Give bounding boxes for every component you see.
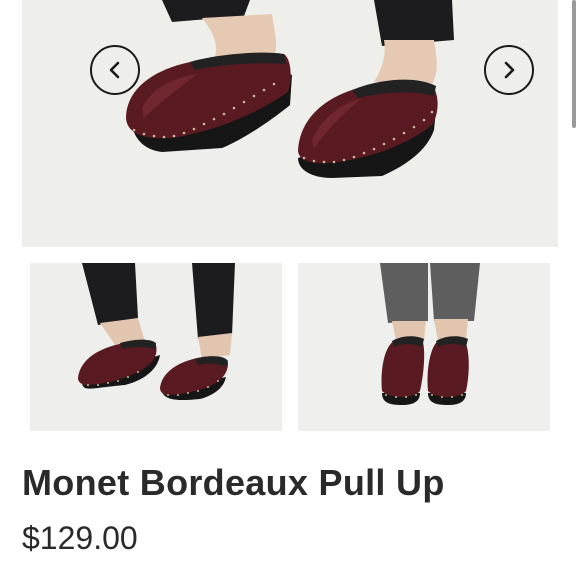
thumbnail-image-2[interactable]	[298, 263, 550, 431]
chevron-left-icon	[109, 61, 120, 79]
page-scrollbar[interactable]	[572, 0, 576, 128]
next-image-button[interactable]	[484, 45, 534, 95]
main-product-image[interactable]	[22, 0, 558, 247]
product-price: $129.00	[22, 520, 138, 556]
thumbnail-image-1[interactable]	[30, 263, 282, 431]
product-title: Monet Bordeaux Pull Up	[22, 462, 445, 503]
clogs-front-view-photo	[298, 263, 550, 431]
clogs-on-feet-photo	[22, 0, 558, 247]
product-page: Monet Bordeaux Pull Up $129.00	[0, 0, 580, 580]
clogs-side-view-photo	[30, 263, 282, 431]
chevron-right-icon	[504, 61, 515, 79]
previous-image-button[interactable]	[90, 45, 140, 95]
